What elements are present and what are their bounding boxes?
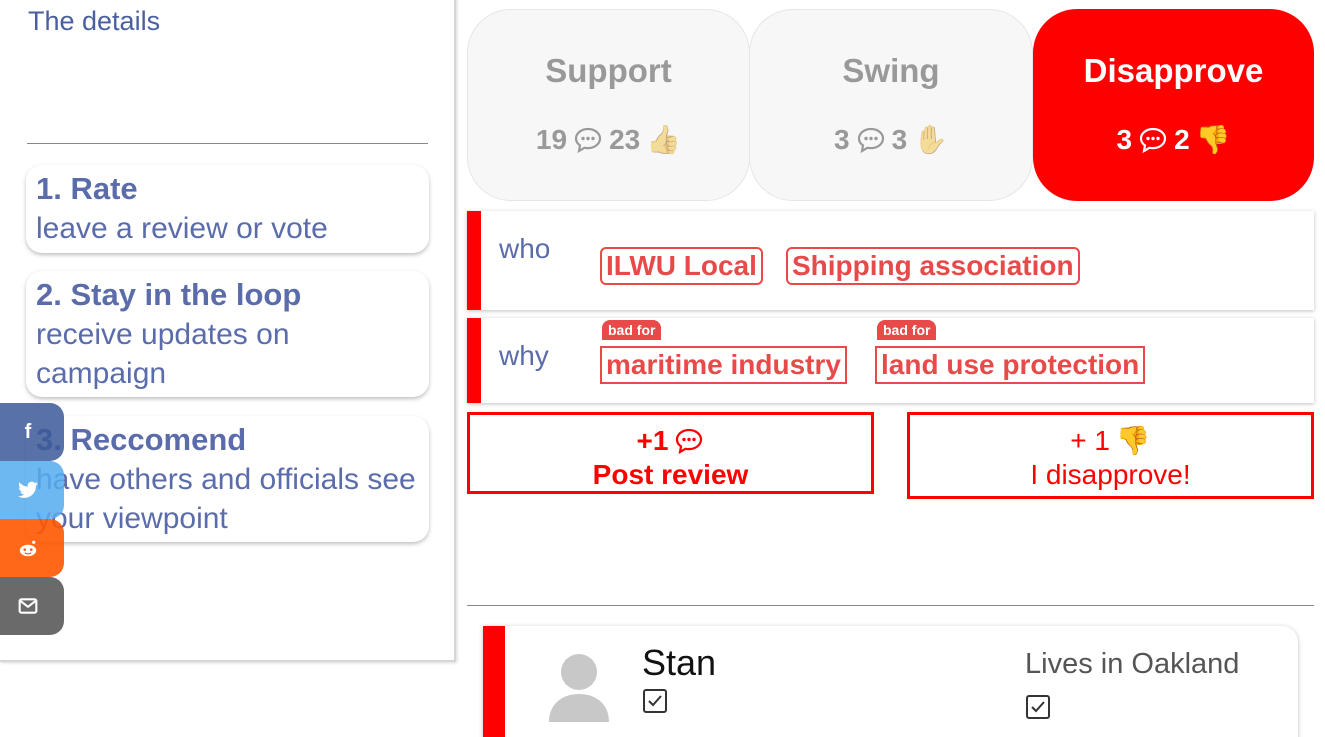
step-stay-in-loop[interactable]: 2. Stay in the loop receive updates on c… [26, 271, 429, 397]
who-label: who [499, 233, 551, 264]
thumbs-down-icon: 👎 [1195, 124, 1231, 155]
why-label: why [499, 340, 549, 371]
email-share-button[interactable] [0, 577, 64, 635]
raised-hand-icon: ✋ [913, 124, 949, 155]
comment-count: 3 [833, 124, 850, 155]
bad-for-badge: bad for [602, 320, 662, 340]
email-icon [18, 598, 38, 614]
thumbs-down-icon: 👎 [1115, 425, 1151, 456]
thumbs-up-icon: 👍 [646, 124, 682, 155]
comment-icon [676, 428, 703, 455]
disapprove-count: + 1 [1070, 425, 1110, 456]
reviewer-location: Lives in Oakland [1025, 648, 1240, 680]
checkbox-checked-icon [1026, 695, 1050, 719]
bad-for-badge: bad for [877, 320, 937, 340]
comment-icon [574, 127, 602, 154]
step-rate[interactable]: 1. Rate leave a review or vote [26, 165, 429, 253]
step-desc: have others and officials see your viewp… [36, 463, 416, 535]
vote-count: 23 [609, 124, 641, 155]
divider [467, 605, 1314, 606]
step-recommend[interactable]: 3. Reccomend have others and officials s… [26, 416, 429, 542]
comment-icon [1139, 127, 1167, 154]
who-row: who ILWU Local Shipping association [467, 211, 1314, 310]
post-review-label: Post review [592, 459, 749, 490]
reddit-icon [19, 540, 37, 557]
facebook-share-button[interactable]: f [0, 403, 64, 461]
who-tag[interactable]: Shipping association [786, 247, 1080, 285]
disapprove-button[interactable]: + 1 👎 I disapprove! [907, 412, 1314, 499]
review-count: +1 [636, 425, 669, 456]
vote-count: 2 [1174, 124, 1190, 155]
why-row: why bad for maritime industry bad for la… [467, 318, 1314, 403]
tab-disapprove[interactable]: Disapprove 3 2 👎 [1033, 9, 1314, 201]
twitter-share-button[interactable] [0, 461, 64, 519]
step-title: 3. Reccomend [36, 422, 247, 457]
why-tag[interactable]: land use protection [875, 346, 1146, 384]
vote-label: Swing [842, 52, 940, 89]
vote-count: 3 [891, 124, 908, 155]
tab-swing[interactable]: Swing 3 3 ✋ [749, 9, 1033, 201]
details-title: The details [28, 6, 161, 36]
checkbox-checked-icon [643, 689, 667, 713]
step-title: 1. Rate [36, 171, 138, 206]
tab-support[interactable]: Support 19 23 👍 [467, 9, 750, 201]
twitter-icon [18, 481, 38, 498]
vote-counts: 3 2 👎 [1034, 124, 1313, 156]
details-panel: The details 1. Rate leave a review or vo… [0, 0, 456, 662]
comment-count: 19 [535, 124, 568, 155]
step-desc: receive updates on campaign [36, 318, 290, 390]
why-tag[interactable]: maritime industry [600, 346, 847, 384]
comment-icon [857, 127, 884, 154]
disapprove-label: I disapprove! [1030, 459, 1191, 490]
vote-label: Support [545, 52, 672, 89]
post-review-button[interactable]: +1 Post review [467, 412, 874, 494]
reviewer-name: Stan [642, 642, 717, 683]
avatar-icon [549, 654, 609, 722]
reddit-share-button[interactable] [0, 519, 64, 577]
step-title: 2. Stay in the loop [36, 277, 302, 312]
vote-label: Disapprove [1083, 52, 1264, 89]
facebook-icon: f [24, 420, 32, 443]
who-tag[interactable]: ILWU Local [600, 247, 763, 285]
review-card: Stan Lives in Oakland [483, 626, 1298, 737]
vote-counts: 3 3 ✋ [750, 124, 1032, 156]
step-desc: leave a review or vote [36, 212, 328, 245]
vote-counts: 19 23 👍 [468, 124, 749, 156]
comment-count: 3 [1116, 124, 1133, 155]
divider [27, 143, 428, 144]
